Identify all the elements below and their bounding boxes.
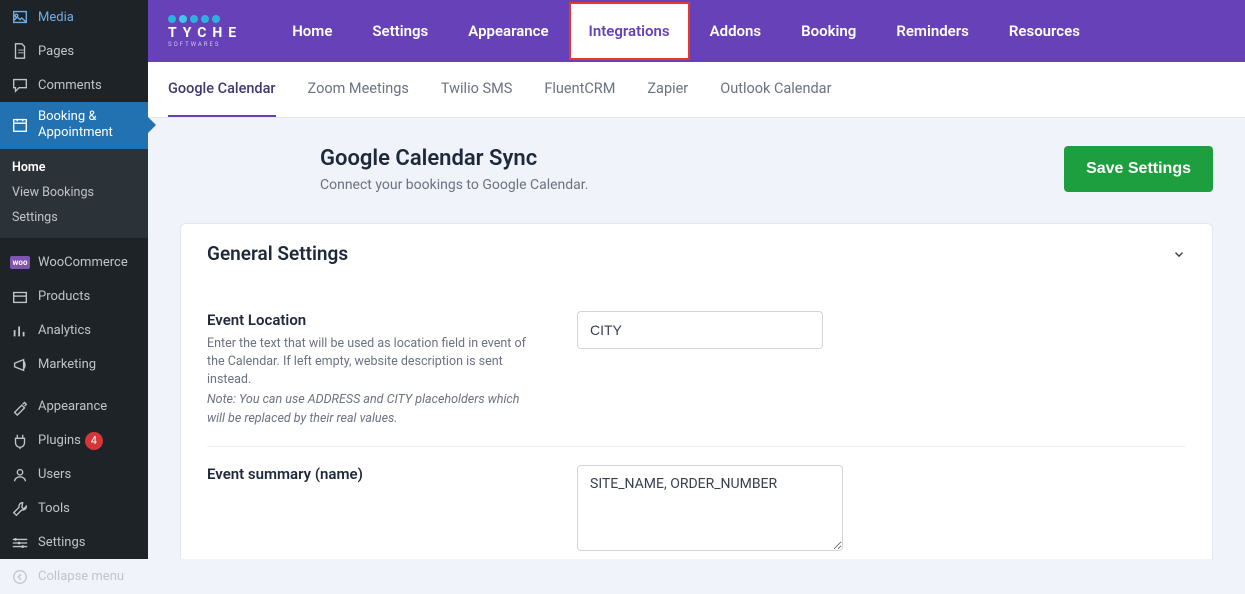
sidebar-item-tools[interactable]: Tools — [0, 492, 148, 526]
panel-header-toggle[interactable]: General Settings — [181, 224, 1212, 283]
nav-home[interactable]: Home — [272, 2, 352, 60]
sidebar-item-media[interactable]: Media — [0, 0, 148, 34]
analytics-icon — [10, 321, 30, 341]
sidebar-item-booking-appointment[interactable]: Booking & Appointment — [0, 102, 148, 149]
sidebar-collapse-menu[interactable]: Collapse menu — [0, 560, 148, 594]
save-settings-button[interactable]: Save Settings — [1064, 146, 1213, 192]
sidebar-sub-home[interactable]: Home — [0, 155, 148, 180]
tab-google-calendar[interactable]: Google Calendar — [168, 62, 276, 117]
sidebar-item-plugins[interactable]: Plugins 4 — [0, 424, 148, 458]
nav-appearance[interactable]: Appearance — [448, 2, 568, 60]
sidebar-item-label: Marketing — [38, 357, 96, 372]
event-location-label: Event Location — [207, 311, 537, 329]
media-icon — [10, 7, 30, 27]
main-nav: Home Settings Appearance Integrations Ad… — [272, 2, 1100, 60]
panel-title: General Settings — [207, 242, 348, 265]
calendar-icon — [10, 115, 30, 135]
event-location-help: Enter the text that will be used as loca… — [207, 335, 537, 389]
event-location-note: Note: You can use ADDRESS and CITY place… — [207, 391, 537, 427]
sidebar-item-label: Pages — [38, 44, 74, 59]
appearance-icon — [10, 397, 30, 417]
sidebar-item-label: Plugins — [38, 433, 81, 448]
page-icon — [10, 41, 30, 61]
sidebar-item-label: Appearance — [38, 399, 107, 414]
plugin-update-badge: 4 — [85, 432, 103, 450]
sidebar-submenu: Home View Bookings Settings — [0, 149, 148, 238]
chevron-down-icon — [1172, 247, 1186, 261]
collapse-icon — [10, 567, 30, 587]
sidebar-item-label: Tools — [38, 501, 70, 516]
event-location-input[interactable] — [577, 311, 823, 349]
wp-admin-sidebar: Media Pages Comments Booking & Appointme… — [0, 0, 148, 559]
sidebar-item-settings[interactable]: Settings — [0, 526, 148, 560]
sidebar-item-label: Analytics — [38, 323, 91, 338]
sidebar-item-label: Users — [38, 467, 71, 482]
event-summary-label: Event summary (name) — [207, 465, 537, 483]
nav-resources[interactable]: Resources — [989, 2, 1100, 60]
tab-twilio-sms[interactable]: Twilio SMS — [441, 62, 512, 117]
tab-fluentcrm[interactable]: FluentCRM — [544, 62, 615, 117]
comment-icon — [10, 75, 30, 95]
sidebar-sub-settings[interactable]: Settings — [0, 205, 148, 230]
tyche-logo: TYCHE SOFTWARES — [168, 15, 242, 48]
sidebar-item-products[interactable]: Products — [0, 280, 148, 314]
sidebar-item-users[interactable]: Users — [0, 458, 148, 492]
nav-addons[interactable]: Addons — [690, 2, 781, 60]
top-nav-bar: TYCHE SOFTWARES Home Settings Appearance… — [148, 0, 1245, 62]
nav-integrations[interactable]: Integrations — [569, 2, 690, 60]
tab-zoom-meetings[interactable]: Zoom Meetings — [308, 62, 409, 117]
users-icon — [10, 465, 30, 485]
page-description: Connect your bookings to Google Calendar… — [320, 177, 588, 193]
tab-outlook-calendar[interactable]: Outlook Calendar — [720, 62, 831, 117]
event-summary-textarea[interactable] — [577, 465, 843, 551]
sidebar-item-appearance[interactable]: Appearance — [0, 390, 148, 424]
sidebar-item-label: Settings — [38, 535, 85, 550]
nav-reminders[interactable]: Reminders — [876, 2, 989, 60]
sidebar-item-label: Comments — [38, 78, 102, 93]
products-icon — [10, 287, 30, 307]
woo-icon: woo — [10, 253, 30, 273]
content-area: Google Calendar Sync Connect your bookin… — [148, 118, 1245, 559]
sidebar-item-pages[interactable]: Pages — [0, 34, 148, 68]
sidebar-item-comments[interactable]: Comments — [0, 68, 148, 102]
page-title: Google Calendar Sync — [320, 146, 588, 171]
sidebar-item-marketing[interactable]: Marketing — [0, 348, 148, 382]
sidebar-item-label: Collapse menu — [38, 569, 124, 584]
sidebar-item-label: Booking & Appointment — [38, 109, 138, 142]
main-area: TYCHE SOFTWARES Home Settings Appearance… — [148, 0, 1245, 559]
sidebar-item-analytics[interactable]: Analytics — [0, 314, 148, 348]
plugins-icon — [10, 431, 30, 451]
sidebar-item-label: Media — [38, 10, 74, 25]
general-settings-panel: General Settings Event Location Enter th… — [180, 223, 1213, 559]
integration-subtabs: Google Calendar Zoom Meetings Twilio SMS… — [148, 62, 1245, 118]
sidebar-item-woocommerce[interactable]: woo WooCommerce — [0, 246, 148, 280]
nav-booking[interactable]: Booking — [781, 2, 876, 60]
settings-icon — [10, 533, 30, 553]
marketing-icon — [10, 355, 30, 375]
nav-settings[interactable]: Settings — [352, 2, 448, 60]
tab-zapier[interactable]: Zapier — [647, 62, 688, 117]
sidebar-item-label: WooCommerce — [38, 255, 128, 270]
sidebar-sub-view-bookings[interactable]: View Bookings — [0, 180, 148, 205]
sidebar-item-label: Products — [38, 289, 90, 304]
tools-icon — [10, 499, 30, 519]
